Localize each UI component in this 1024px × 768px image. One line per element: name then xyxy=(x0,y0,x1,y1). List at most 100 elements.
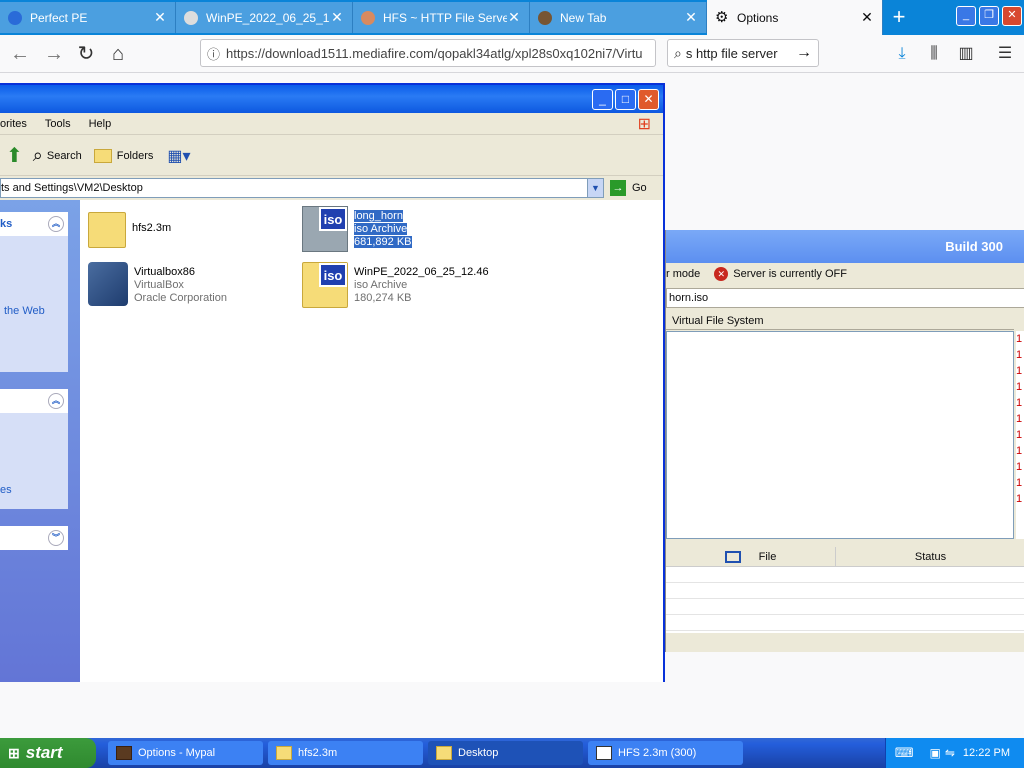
task-panel-header[interactable]: ︾ xyxy=(0,526,68,550)
connections-list[interactable] xyxy=(666,567,1024,633)
windows-logo-icon: ⊞ xyxy=(8,744,20,761)
explorer-toolbar: ⬆ ⌕ Search Folders ▦▾ xyxy=(0,136,663,176)
restore-button[interactable]: ❐ xyxy=(979,6,999,26)
tab-strip: Perfect PE ✕ WinPE_2022_06_25_12.46 ✕ HF… xyxy=(0,0,1024,35)
search-bar[interactable]: ⌕ s http file server → xyxy=(667,39,819,67)
task-label: Options - Mypal xyxy=(138,747,216,759)
window-icon xyxy=(724,550,741,563)
server-off-icon: ✕ xyxy=(714,267,729,281)
sidebar-icon[interactable]: ▥ xyxy=(955,43,977,65)
hfs-window: Build 300 r mode ✕ Server is currently O… xyxy=(665,230,1024,652)
close-window-button[interactable]: ✕ xyxy=(1002,6,1022,26)
status-column-header[interactable]: Status xyxy=(836,547,1024,566)
log-line: 1 xyxy=(1016,477,1023,489)
close-tab-icon[interactable]: ✕ xyxy=(684,9,698,26)
chevron-down-icon[interactable]: ▼ xyxy=(587,179,603,197)
iso-archive-icon: iso xyxy=(302,262,348,308)
task-panel-title: ks xyxy=(0,218,13,230)
log-line: 1 xyxy=(1016,461,1023,473)
go-button[interactable]: → Go xyxy=(610,180,647,196)
close-tab-icon[interactable]: ✕ xyxy=(153,9,167,26)
up-folder-icon[interactable]: ⬆ xyxy=(6,143,23,168)
file-item-hfs[interactable]: hfs2.3m xyxy=(88,210,171,248)
address-field[interactable]: ts and Settings\VM2\Desktop ▼ xyxy=(0,178,604,198)
file-size: 180,274 KB xyxy=(354,292,412,304)
task-hfs-app[interactable]: HFS 2.3m (300) xyxy=(588,741,743,765)
file-item-long-horn[interactable]: iso long_horn iso Archive 681,892 KB xyxy=(302,206,412,252)
hfs-url-field[interactable]: horn.iso xyxy=(666,288,1024,308)
task-desktop[interactable]: Desktop xyxy=(428,741,583,765)
hfs-log: 1 1 1 1 1 1 1 1 1 1 1 xyxy=(1016,331,1024,539)
close-tab-icon[interactable]: ✕ xyxy=(507,9,521,26)
system-tray: ⌨ ▣ ⇋ 12:22 PM xyxy=(885,738,1024,768)
folders-button-label: Folders xyxy=(116,149,154,162)
tab-options[interactable]: ⚙ Options ✕ xyxy=(707,0,883,35)
downloads-icon[interactable]: ⤓ xyxy=(891,43,913,65)
task-link[interactable]: es xyxy=(0,484,12,496)
network-icon[interactable]: ⇋ xyxy=(945,746,955,760)
menu-bar: orites Tools Help ⊞ xyxy=(0,113,663,135)
library-icon[interactable]: ⫼ xyxy=(923,43,945,65)
tab-hfs[interactable]: HFS ~ HTTP File Server ✕ xyxy=(353,2,530,33)
start-button[interactable]: ⊞ start xyxy=(0,738,96,768)
menu-favorites[interactable]: orites xyxy=(0,118,27,130)
go-arrow-icon[interactable]: → xyxy=(796,44,812,62)
vfs-header-label: Virtual File System xyxy=(672,315,764,327)
maximize-button[interactable]: □ xyxy=(615,89,636,110)
reload-icon: ↻ xyxy=(77,43,95,65)
file-column-label: File xyxy=(758,550,777,563)
folder-icon xyxy=(88,212,126,248)
mode-button-label[interactable]: r mode xyxy=(666,268,700,280)
chevron-up-icon[interactable]: ︽ xyxy=(48,393,64,409)
task-panel: ︾ xyxy=(0,526,68,550)
task-options-mypal[interactable]: Options - Mypal xyxy=(108,741,263,765)
windows-logo-icon: ⊞ xyxy=(637,115,651,133)
hfs-build-label: Build 300 xyxy=(945,239,1003,254)
home-button[interactable]: ⌂ xyxy=(104,40,132,68)
reload-button[interactable]: ↻ xyxy=(72,40,100,68)
keyboard-icon[interactable]: ⌨ xyxy=(895,745,914,761)
menu-tools[interactable]: Tools xyxy=(45,118,71,130)
url-bar[interactable]: ⓘ https://download1511.mediafire.com/qop… xyxy=(200,39,656,67)
search-button[interactable]: ⌕ Search xyxy=(33,145,82,166)
server-status-button[interactable]: Server is currently OFF xyxy=(733,268,847,280)
tab-perfect-pe[interactable]: Perfect PE ✕ xyxy=(0,2,176,33)
folder-icon xyxy=(93,148,112,163)
explorer-titlebar[interactable]: _ □ ✕ xyxy=(0,85,663,113)
close-button[interactable]: ✕ xyxy=(638,89,659,110)
close-tab-icon[interactable]: ✕ xyxy=(330,9,344,26)
file-item-virtualbox[interactable]: Virtualbox86 VirtualBox Oracle Corporati… xyxy=(88,262,227,306)
task-hfs-folder[interactable]: hfs2.3m xyxy=(268,741,423,765)
menu-icon[interactable]: ☰ xyxy=(994,43,1016,65)
views-icon[interactable]: ▦▾ xyxy=(167,146,190,166)
file-name: Virtualbox86 xyxy=(134,266,195,278)
folders-button[interactable]: Folders xyxy=(93,148,154,163)
back-button[interactable]: ← xyxy=(6,40,34,68)
file-name: WinPE_2022_06_25_12.46 xyxy=(354,266,489,278)
forward-button[interactable]: → xyxy=(40,40,68,68)
menu-help[interactable]: Help xyxy=(89,118,112,130)
hfs-tray-icon[interactable]: ▣ xyxy=(930,746,941,760)
chevron-up-icon[interactable]: ︽ xyxy=(48,216,64,232)
vfs-tree[interactable] xyxy=(666,331,1014,539)
close-tab-icon[interactable]: ✕ xyxy=(860,9,874,26)
file-type: iso Archive xyxy=(354,279,408,291)
file-column-header[interactable]: File xyxy=(666,547,836,566)
task-panel-header[interactable]: ︽ xyxy=(0,389,68,413)
chevron-down-icon[interactable]: ︾ xyxy=(48,530,64,546)
tab-title: Perfect PE xyxy=(30,10,88,25)
minimize-button[interactable]: _ xyxy=(956,6,976,26)
tab-winpe[interactable]: WinPE_2022_06_25_12.46 ✕ xyxy=(176,2,353,33)
file-item-winpe[interactable]: iso WinPE_2022_06_25_12.46 iso Archive 1… xyxy=(302,262,489,308)
list-item xyxy=(666,599,1024,615)
minimize-button[interactable]: _ xyxy=(592,89,613,110)
taskbar: ⊞ start Options - Mypal hfs2.3m Desktop … xyxy=(0,738,1024,768)
new-tab-button[interactable]: + xyxy=(885,6,913,30)
task-link[interactable]: the Web xyxy=(4,305,45,317)
task-panel-header[interactable]: ks ︽ xyxy=(0,212,68,236)
file-company: Oracle Corporation xyxy=(134,292,227,304)
tab-new-tab[interactable]: New Tab ✕ xyxy=(530,2,707,33)
search-icon: ⌕ xyxy=(674,44,682,61)
nav-bar: ← → ↻ ⌂ ⓘ https://download1511.mediafire… xyxy=(0,35,1024,73)
search-button-label: Search xyxy=(46,149,82,162)
